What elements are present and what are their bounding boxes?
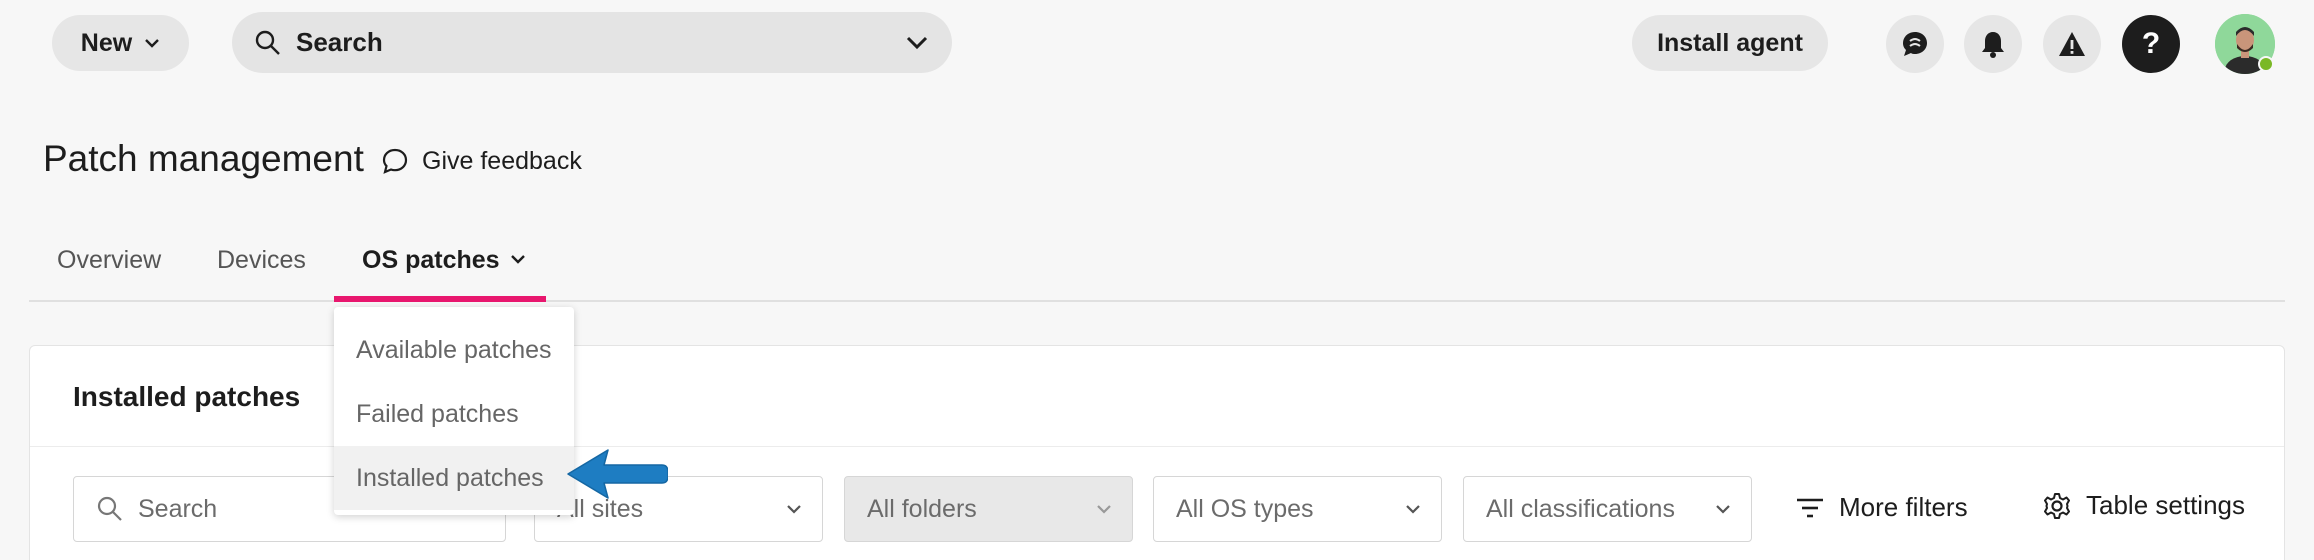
tab-overview[interactable]: Overview xyxy=(57,246,161,302)
install-agent-button[interactable]: Install agent xyxy=(1632,15,1828,71)
chevron-down-icon xyxy=(787,505,801,514)
alerts-button[interactable] xyxy=(2043,15,2101,73)
more-filters-label: More filters xyxy=(1839,492,1968,522)
help-button[interactable]: ? xyxy=(2122,15,2180,73)
tab-label: Devices xyxy=(217,246,306,274)
menu-item-available-patches[interactable]: Available patches xyxy=(334,318,574,382)
classifications-select[interactable]: All classifications xyxy=(1463,476,1752,542)
active-tab-indicator xyxy=(334,296,546,302)
tab-bar: Overview Devices OS patches xyxy=(29,240,2285,302)
chevron-down-icon xyxy=(1406,505,1420,514)
tab-os-patches[interactable]: OS patches xyxy=(362,246,526,302)
global-search-label: Search xyxy=(296,27,383,57)
menu-item-failed-patches[interactable]: Failed patches xyxy=(334,382,574,446)
speech-bubble-icon xyxy=(382,148,408,174)
online-status-dot xyxy=(2258,56,2274,72)
top-bar: New Search Install agent ? xyxy=(0,0,2314,88)
gear-icon xyxy=(2044,492,2070,519)
give-feedback-label: Give feedback xyxy=(422,146,582,175)
tab-label: OS patches xyxy=(362,246,500,274)
help-icon: ? xyxy=(2141,27,2161,60)
new-button[interactable]: New xyxy=(52,15,189,71)
chevron-down-icon[interactable] xyxy=(906,36,928,50)
menu-item-installed-patches[interactable]: Installed patches xyxy=(334,446,574,510)
chevron-down-icon xyxy=(145,39,160,48)
folders-select: All folders xyxy=(844,476,1133,542)
card-title: Installed patches xyxy=(73,381,301,412)
os-types-select[interactable]: All OS types xyxy=(1153,476,1442,542)
folders-value: All folders xyxy=(867,494,977,523)
os-types-value: All OS types xyxy=(1176,494,1314,523)
give-feedback-link[interactable]: Give feedback xyxy=(380,146,582,176)
tab-label: Overview xyxy=(57,246,162,274)
menu-item-label: Failed patches xyxy=(356,399,519,428)
page-title: Patch management xyxy=(43,138,364,179)
new-label: New xyxy=(80,28,133,57)
table-settings-button[interactable]: Table settings xyxy=(2042,490,2245,521)
table-settings-label: Table settings xyxy=(2086,490,2245,520)
chevron-down-icon xyxy=(510,255,525,264)
chevron-down-icon xyxy=(1097,505,1111,514)
chat-icon xyxy=(1903,32,1927,56)
chat-button[interactable] xyxy=(1886,15,1944,73)
warning-icon xyxy=(2059,32,2085,56)
more-filters-button[interactable]: More filters xyxy=(1795,492,1968,523)
global-search[interactable]: Search xyxy=(232,12,952,73)
search-icon xyxy=(97,496,122,521)
chevron-down-icon xyxy=(1716,505,1730,514)
tab-devices[interactable]: Devices xyxy=(217,246,306,302)
notifications-button[interactable] xyxy=(1964,15,2022,73)
classifications-value: All classifications xyxy=(1486,494,1675,523)
callout-arrow-icon xyxy=(567,449,668,499)
filter-icon xyxy=(1797,498,1823,517)
menu-item-label: Installed patches xyxy=(356,463,544,492)
menu-item-label: Available patches xyxy=(356,335,552,364)
bell-icon xyxy=(1982,32,2004,58)
search-icon xyxy=(255,30,280,55)
install-agent-label: Install agent xyxy=(1657,28,1803,57)
os-patches-dropdown: Available patches Failed patches Install… xyxy=(334,307,574,515)
